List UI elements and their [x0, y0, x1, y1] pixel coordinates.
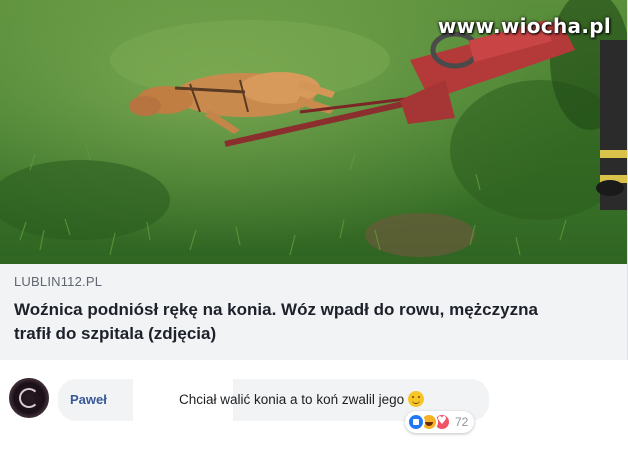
link-preview-card[interactable]: www.wiocha.pl LUBLIN112.PL Woźnica podni… [0, 0, 628, 360]
comment-text-content: Chciał walić konia a to koń zwalil jego [179, 392, 405, 407]
reaction-count: 72 [455, 415, 469, 429]
comment-text: Chciał walić konia a to koń zwalil jego [179, 391, 425, 409]
smile-emoji-icon [408, 391, 425, 407]
link-domain: LUBLIN112.PL [14, 274, 103, 289]
like-reaction-icon [407, 413, 425, 431]
reactions-summary[interactable]: 72 [405, 411, 475, 433]
link-preview-meta[interactable]: LUBLIN112.PL Woźnica podniósł rękę na ko… [0, 264, 627, 360]
avatar[interactable] [9, 378, 49, 418]
horse-in-ditch-image [0, 0, 627, 264]
article-photo[interactable]: www.wiocha.pl [0, 0, 627, 264]
avatar-pattern [19, 388, 39, 408]
watermark: www.wiocha.pl [437, 14, 611, 38]
comment-author[interactable]: Paweł [70, 391, 107, 409]
link-headline[interactable]: Woźnica podniósł rękę na konia. Wóz wpad… [14, 298, 574, 346]
comment: Paweł Chciał walić konia a to koń zwalil… [0, 360, 628, 455]
